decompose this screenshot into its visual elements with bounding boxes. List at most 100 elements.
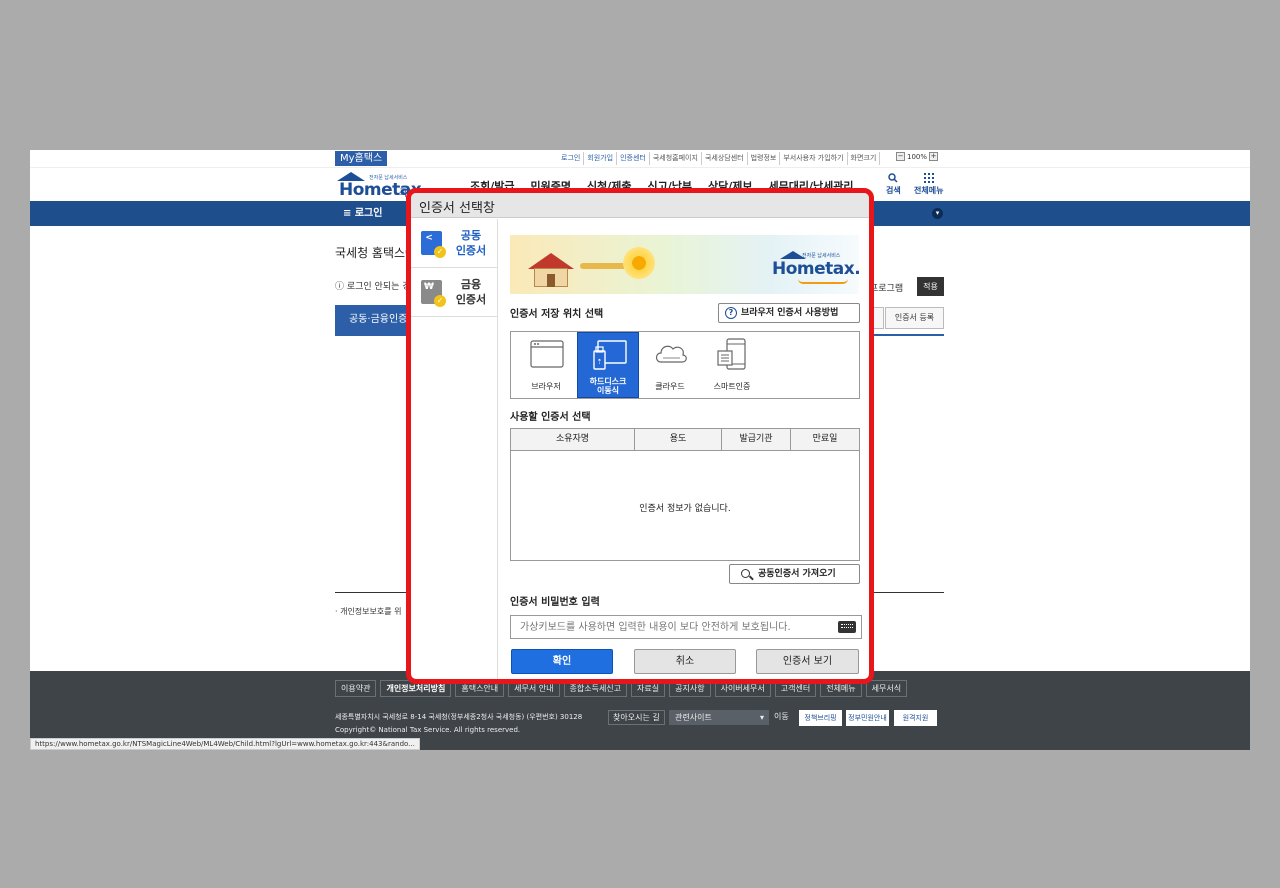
browser-cert-help-button[interactable]: ? 브라우저 인증서 사용방법 [718, 303, 860, 323]
directions-link[interactable]: 찾아오시는 길 [608, 710, 665, 725]
program-label: 프로그램 [870, 284, 904, 294]
gov-service-badge[interactable]: 정부민원안내 [846, 710, 889, 726]
zoom-level: 100% [907, 152, 928, 161]
banner-brand: Hometax. [772, 259, 859, 279]
grid-icon [923, 173, 934, 183]
go-button[interactable]: 이동 [774, 711, 789, 722]
search-label: 검색 [886, 186, 901, 195]
location-hard-disk-removable[interactable]: ⇡ 하드디스크 이동식 [577, 332, 639, 398]
dialog-title: 인증서 선택창 [419, 201, 495, 216]
footer-address: 세종특별자치시 국세청로 8-14 국세청(정부세종2청사 국세청동) (우편번… [335, 713, 583, 721]
column-header[interactable]: 발급기관 [722, 429, 791, 451]
certificate-table: 소유자명 용도 발급기관 만료일 인증서 정보가 없습니다. [510, 428, 860, 561]
question-icon: ? [725, 307, 737, 319]
nav-login[interactable]: ≡ 로그인 [335, 201, 382, 226]
search-button[interactable]: 검색 [886, 173, 901, 196]
my-hometax-badge[interactable]: My홈택스 [335, 151, 388, 166]
all-menu-button[interactable]: 전체메뉴 [914, 173, 943, 196]
label-line: 인증서 [455, 244, 487, 257]
cert-password-input[interactable] [510, 615, 862, 639]
password-label: 인증서 비밀번호 입력 [510, 597, 600, 608]
banner-logo: 전자문 납세서비스 Hometax. [772, 249, 859, 285]
table-header: 소유자명 용도 발급기관 만료일 [511, 429, 859, 451]
smartphone-icon [717, 338, 746, 370]
banner-tagline: 전자문 납세서비스 [802, 253, 841, 259]
storage-location-options: 브라우저 ⇡ 하드디스크 이동식 클라우드 스마트인증 [510, 331, 860, 399]
util-link[interactable]: 부서사용자 가입하기 [780, 152, 848, 165]
sidebar-item-label: 공동 인증서 [451, 228, 491, 258]
related-sites-select[interactable]: 관련사이트 ▾ [669, 710, 769, 725]
sidebar-item-joint-cert[interactable]: < ✓ 공동 인증서 [411, 219, 498, 268]
footer-link[interactable]: 세무서식 [865, 680, 908, 697]
label-line: 인증서 [455, 293, 487, 306]
usb-disk-icon: ⇡ [593, 340, 627, 370]
sidebar-item-label: 금융 인증서 [451, 277, 491, 307]
util-link[interactable]: 국세청홈페이지 [650, 152, 702, 165]
chevron-down-icon[interactable]: ▾ [932, 208, 943, 219]
empty-table-message: 인증서 정보가 없습니다. [639, 504, 731, 514]
browser-icon [530, 340, 564, 368]
certificate-dialog: 인증서 선택창 < ✓ 공동 인증서 ₩ ✓ 금융 인증서 전자문 납세서비스 … [411, 193, 869, 679]
label-line: 공동 [460, 229, 482, 242]
apply-button[interactable]: 적용 [917, 277, 944, 296]
dialog-header: 인증서 선택창 [411, 193, 869, 218]
chevron-down-icon: ▾ [759, 713, 764, 722]
cert-select-label: 사용할 인증서 선택 [510, 412, 591, 423]
house-illustration [528, 253, 574, 287]
help-button-label: 브라우저 인증서 사용방법 [741, 308, 839, 318]
util-link[interactable]: 인증센터 [617, 152, 650, 165]
zoom-in-button[interactable]: + [929, 152, 939, 161]
label-line: 이동식 [596, 386, 620, 395]
util-link[interactable]: 법령정보 [748, 152, 781, 165]
sidebar-item-financial-cert[interactable]: ₩ ✓ 금융 인증서 [411, 268, 498, 317]
util-link[interactable]: 국세상담센터 [702, 152, 748, 165]
label-line: 하드디스크 [589, 377, 627, 386]
footer-copyright: Copyright© National Tax Service. All rig… [335, 726, 521, 734]
footer-link[interactable]: 이용약관 [335, 680, 377, 697]
all-menu-label: 전체메뉴 [914, 186, 944, 195]
check-badge-icon: ✓ [434, 246, 446, 258]
import-cert-button[interactable]: 공동인증서 가져오기 [729, 564, 860, 584]
zoom-control: − 100% + [896, 152, 939, 161]
util-link[interactable]: 회원가입 [584, 152, 618, 165]
location-smart-auth[interactable]: 스마트인증 [701, 332, 763, 398]
policy-briefing-badge[interactable]: 정책브리핑 [799, 710, 842, 726]
view-cert-button[interactable]: 인증서 보기 [756, 649, 859, 674]
page-title: 국세청 홈택스에 [335, 246, 417, 260]
won-symbol: ₩ [424, 282, 434, 292]
zoom-out-button[interactable]: − [896, 152, 905, 161]
privacy-note: · 개인정보보호를 위 [335, 607, 402, 616]
svg-text:⇡: ⇡ [597, 358, 603, 366]
share-cert-icon: < ✓ [421, 231, 446, 258]
virtual-keyboard-icon[interactable] [838, 621, 856, 633]
search-icon [888, 173, 898, 183]
location-browser[interactable]: 브라우저 [515, 332, 577, 398]
cancel-button[interactable]: 취소 [634, 649, 736, 674]
label-line: 금융 [460, 278, 482, 291]
location-label: 스마트인증 [713, 382, 751, 391]
column-header[interactable]: 소유자명 [511, 429, 635, 451]
register-cert-button[interactable]: 인증서 등록 [885, 307, 944, 329]
cloud-icon [655, 345, 687, 363]
location-label: 브라우저 [531, 382, 561, 391]
column-header[interactable]: 용도 [635, 429, 722, 451]
column-header[interactable]: 만료일 [791, 429, 859, 451]
util-link[interactable]: 로그인 [558, 152, 585, 165]
remote-support-badge[interactable]: 원격지원 [894, 710, 937, 726]
login-notice[interactable]: ⓘ 로그인 안되는 경 [335, 279, 411, 292]
location-label: 하드디스크 이동식 [578, 377, 638, 395]
util-link: 화면크기 [848, 152, 881, 165]
won-cert-icon: ₩ ✓ [421, 280, 446, 307]
utility-links: 로그인 회원가입 인증센터 국세청홈페이지 국세상담센터 법령정보 부서사용자 … [558, 152, 881, 165]
import-button-label: 공동인증서 가져오기 [758, 569, 836, 579]
check-badge-icon: ✓ [434, 295, 446, 307]
flower-illustration [623, 247, 655, 279]
utility-bar: My홈택스 로그인 회원가입 인증센터 국세청홈페이지 국세상담센터 법령정보 … [30, 150, 1250, 167]
hometax-banner: 전자문 납세서비스 Hometax. [510, 235, 859, 294]
search-icon [741, 569, 750, 578]
location-cloud[interactable]: 클라우드 [639, 332, 701, 398]
related-sites-value: 관련사이트 [675, 713, 712, 722]
share-symbol: < [425, 233, 433, 243]
storage-location-label: 인증서 저장 위치 선택 [510, 309, 604, 320]
confirm-button[interactable]: 확인 [511, 649, 613, 674]
